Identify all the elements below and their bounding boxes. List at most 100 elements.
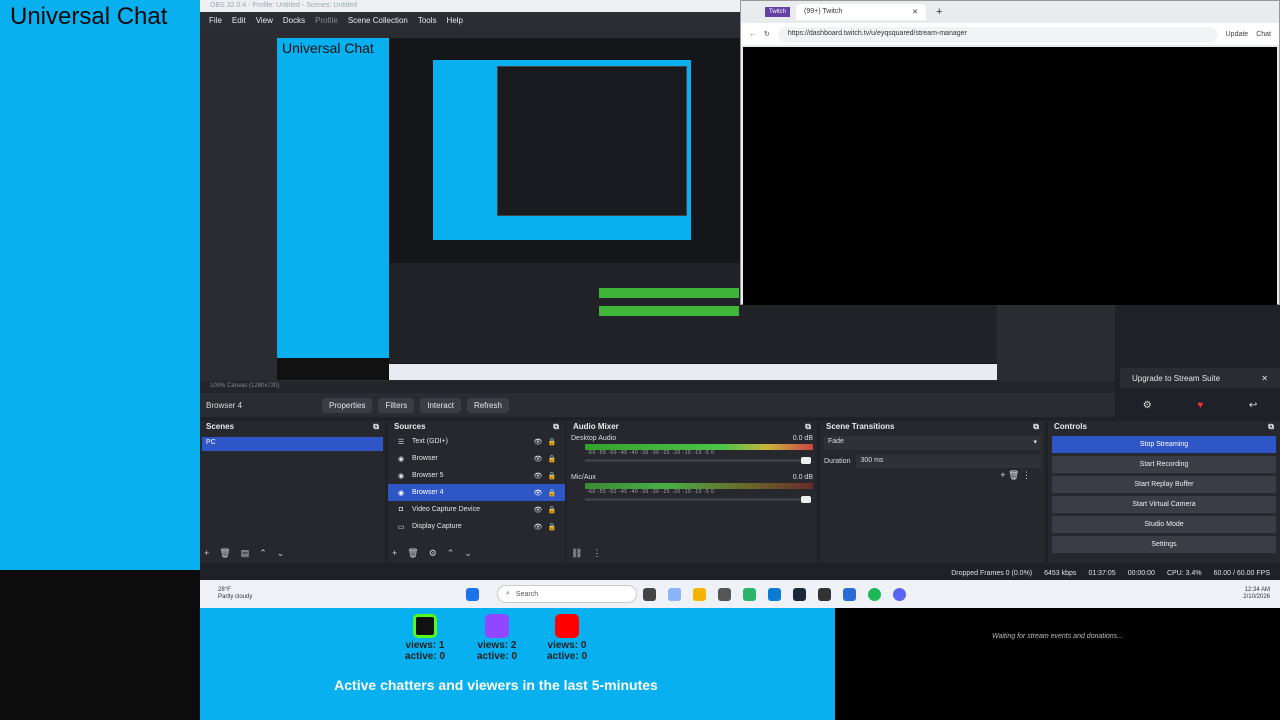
taskbar-search[interactable]: ⌕ Search [497, 585, 637, 603]
obs-titlebar: OBS 32.0.4 - Profile: Untitled - Scenes:… [200, 0, 740, 12]
source-item-selected[interactable]: ◉ Browser 4 👁 🔒 [388, 484, 565, 501]
volume-slider[interactable] [585, 496, 811, 503]
transition-select[interactable]: Fade ▾ [824, 436, 1041, 450]
copilot-icon[interactable] [668, 587, 681, 601]
lock-icon[interactable]: 🔒 [545, 455, 559, 463]
properties-button[interactable]: Properties [322, 397, 373, 413]
upgrade-banner[interactable]: Upgrade to Stream Suite ✕ [1120, 368, 1280, 388]
menu-icon[interactable]: ⋮ [592, 548, 601, 559]
menu-scene-collection[interactable]: Scene Collection [343, 16, 413, 25]
heart-icon[interactable]: ♥ [1197, 400, 1203, 411]
settings-button[interactable]: Settings [1052, 536, 1276, 553]
back-icon[interactable]: ← [749, 31, 756, 38]
menu-help[interactable]: Help [442, 16, 468, 25]
menu-profile[interactable]: Profile [310, 16, 343, 25]
start-icon[interactable] [466, 587, 479, 601]
trash-icon[interactable]: 🗑 [407, 548, 418, 559]
twitch-views: views: 2 [477, 640, 517, 651]
weather-widget[interactable]: 28°F Partly cloudy [200, 587, 460, 601]
lock-icon[interactable]: 🔒 [545, 489, 559, 497]
trash-icon[interactable]: 🗑 [219, 548, 230, 559]
close-icon[interactable]: ✕ [912, 8, 918, 16]
start-replay-buffer-button[interactable]: Start Replay Buffer [1052, 476, 1276, 493]
folder-icon[interactable] [693, 587, 706, 601]
twitch-tab-icon[interactable]: Twitch [765, 7, 791, 17]
menu-docks[interactable]: Docks [278, 16, 310, 25]
eye-icon[interactable]: 👁 [531, 523, 545, 531]
app-icon[interactable] [818, 587, 831, 601]
start-virtual-camera-button[interactable]: Start Virtual Camera [1052, 496, 1276, 513]
menu-icon[interactable]: ⋮ [1022, 470, 1031, 480]
up-icon[interactable]: ⌃ [447, 548, 455, 559]
menu-edit[interactable]: Edit [227, 16, 251, 25]
lock-icon[interactable]: 🔒 [545, 506, 559, 514]
chat-button[interactable]: Chat [1256, 31, 1271, 38]
app-icon[interactable] [743, 587, 756, 601]
waiting-text: Waiting for stream events and donations.… [992, 633, 1123, 640]
stop-streaming-button[interactable]: Stop Streaming [1052, 436, 1276, 453]
reload-icon[interactable]: ↻ [764, 30, 770, 38]
eye-icon[interactable]: 👁 [531, 506, 545, 514]
undock-icon[interactable]: ⧉ [373, 422, 379, 432]
add-icon[interactable]: + [1000, 470, 1005, 480]
return-icon[interactable]: ↩ [1249, 400, 1257, 411]
discord-icon[interactable] [893, 587, 906, 601]
source-item[interactable]: ◉ Browser 5 👁 🔒 [388, 467, 565, 484]
source-item[interactable]: ▭ Display Capture 👁 🔒 [388, 518, 565, 535]
source-item[interactable]: ◘ Video Capture Device 👁 🔒 [388, 501, 565, 518]
add-icon[interactable]: + [204, 548, 209, 559]
start-recording-button[interactable]: Start Recording [1052, 456, 1276, 473]
edge-icon[interactable] [768, 587, 781, 601]
menu-tools[interactable]: Tools [413, 16, 442, 25]
lock-icon[interactable]: 🔒 [545, 438, 559, 446]
app-icon[interactable] [843, 587, 856, 601]
refresh-button[interactable]: Refresh [466, 397, 509, 413]
transition-toolbar: + 🗑 ⋮ [820, 470, 1045, 481]
gear-icon[interactable]: ⚙ [429, 548, 437, 559]
down-icon[interactable]: ⌄ [277, 548, 285, 559]
lock-icon[interactable]: 🔒 [545, 472, 559, 480]
taskbar-clock[interactable]: 12:34 AM 2/10/2026 [1243, 587, 1280, 601]
filters-button[interactable]: Filters [378, 397, 415, 413]
steam-icon[interactable] [793, 587, 806, 601]
trash-icon[interactable]: 🗑 [1008, 470, 1019, 480]
source-item[interactable]: ◉ Browser 👁 🔒 [388, 450, 565, 467]
scene-item-pc[interactable]: PC [202, 437, 383, 451]
eye-icon[interactable]: 👁 [531, 472, 545, 480]
filter-icon[interactable]: ▤ [241, 548, 250, 559]
undock-icon[interactable]: ⧉ [1033, 422, 1039, 432]
undock-icon[interactable]: ⧉ [553, 422, 559, 432]
source-item[interactable]: ☰ Text (GDI+) 👁 🔒 [388, 433, 565, 450]
update-button[interactable]: Update [1226, 31, 1249, 38]
address-bar[interactable]: https://dashboard.twitch.tv/u/eyqsquared… [777, 26, 1218, 42]
link-icon[interactable]: ⛓ [571, 548, 582, 559]
obs-icon[interactable] [718, 587, 731, 601]
interact-button[interactable]: Interact [420, 397, 461, 413]
menu-file[interactable]: File [204, 16, 227, 25]
youtube-active: active: 0 [546, 651, 588, 662]
eye-icon[interactable]: 👁 [531, 455, 545, 463]
new-tab-icon[interactable]: + [936, 6, 942, 18]
down-icon[interactable]: ⌄ [464, 548, 472, 559]
gear-icon[interactable]: ⚙ [1143, 400, 1152, 411]
task-view-icon[interactable] [643, 587, 656, 601]
browser-tab[interactable]: (99+) Twitch ✕ [796, 4, 927, 20]
duration-input[interactable]: 300 ms [856, 455, 1041, 468]
volume-slider[interactable] [585, 457, 811, 464]
spotify-icon[interactable] [868, 587, 881, 601]
lock-icon[interactable]: 🔒 [545, 523, 559, 531]
add-icon[interactable]: + [392, 548, 397, 559]
studio-mode-button[interactable]: Studio Mode [1052, 516, 1276, 533]
menu-view[interactable]: View [251, 16, 278, 25]
close-icon[interactable]: ✕ [1261, 374, 1268, 383]
mixer-toolbar: ⛓ ⋮ [571, 548, 601, 559]
browser-content[interactable] [743, 47, 1277, 305]
undock-icon[interactable]: ⧉ [805, 422, 811, 432]
eye-icon[interactable]: 👁 [531, 489, 545, 497]
up-icon[interactable]: ⌃ [259, 548, 267, 559]
undock-icon[interactable]: ⧉ [1268, 422, 1274, 432]
eye-icon[interactable]: 👁 [531, 438, 545, 446]
viewer-stats-panel: views: 1 active: 0 views: 2 active: 0 vi… [200, 608, 835, 720]
globe-icon: ◉ [397, 489, 405, 497]
channel-name: Mic/Aux [571, 474, 596, 481]
